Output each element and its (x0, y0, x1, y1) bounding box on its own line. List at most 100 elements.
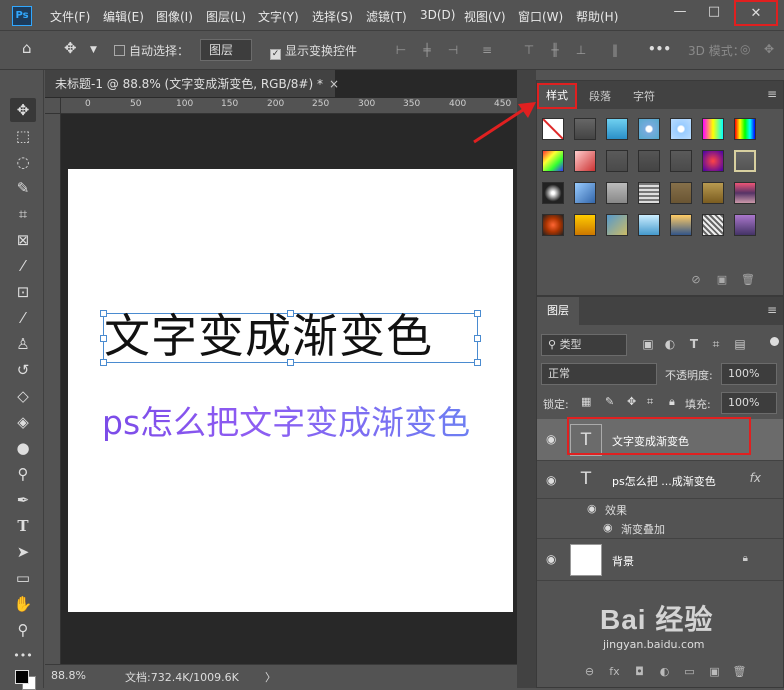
clear-style-icon[interactable]: ⊘ (683, 273, 709, 286)
style-swatch[interactable] (670, 150, 692, 172)
layer-name[interactable]: ps怎么把 ...成渐变色 (612, 473, 716, 489)
path-select-icon[interactable]: ➤ (10, 540, 36, 564)
adjustment-layer-icon[interactable]: ◐ (652, 665, 677, 678)
align-middle-icon[interactable]: ╫ (548, 43, 562, 57)
tab-paragraph[interactable]: 段落 (589, 88, 611, 104)
3d-pan-icon[interactable]: ✥ (764, 42, 774, 56)
delete-style-icon[interactable]: 🗑 (735, 273, 761, 286)
tab-character[interactable]: 字符 (633, 88, 655, 104)
crop-tool-icon[interactable]: ⌗ (10, 202, 36, 226)
menu-window[interactable]: 窗口(W) (518, 8, 563, 25)
distribute-vertical-icon[interactable]: ‖ (608, 43, 622, 57)
distribute-icon[interactable]: ≡ (480, 43, 494, 57)
style-swatch[interactable] (542, 150, 564, 172)
type-tool-icon[interactable]: T (10, 514, 36, 538)
menu-help[interactable]: 帮助(H) (576, 8, 618, 25)
style-swatch[interactable] (734, 150, 756, 172)
align-right-icon[interactable]: ⊣ (446, 43, 460, 57)
tab-styles[interactable]: 样式 (537, 83, 577, 109)
eye-icon[interactable]: ◉ (546, 473, 556, 487)
shape-filter-icon[interactable]: ⌗ (709, 337, 723, 351)
lock-image-icon[interactable]: ✎ (605, 395, 614, 408)
style-swatch[interactable] (574, 182, 596, 204)
align-center-icon[interactable]: ╪ (420, 43, 434, 57)
menu-file[interactable]: 文件(F) (50, 8, 90, 25)
zoom-level[interactable]: 88.8% (51, 669, 86, 682)
status-menu-arrow[interactable]: 〉 (265, 669, 276, 685)
fx-icon[interactable]: fx (750, 471, 761, 485)
transform-handle[interactable] (474, 359, 481, 366)
delete-layer-icon[interactable]: 🗑 (727, 665, 752, 678)
menu-3d[interactable]: 3D(D) (420, 8, 455, 22)
brush-tool-icon[interactable]: ⁄ (10, 306, 36, 330)
style-swatch[interactable] (734, 182, 756, 204)
dodge-tool-icon[interactable]: ⚲ (10, 462, 36, 486)
style-swatch[interactable] (638, 214, 660, 236)
style-swatch[interactable] (606, 182, 628, 204)
paint-bucket-icon[interactable]: ◈ (10, 410, 36, 434)
filter-toggle-icon[interactable] (770, 337, 779, 346)
show-transform-checkbox[interactable]: ✓ 显示变换控件 (270, 42, 357, 60)
menu-filter[interactable]: 滤镜(T) (366, 8, 407, 25)
layer-filter-dropdown[interactable]: ⚲ 类型 (541, 334, 627, 356)
zoom-tool-icon[interactable]: ⚲ (10, 618, 36, 642)
healing-tool-icon[interactable]: ⊡ (10, 280, 36, 304)
style-swatch[interactable] (702, 118, 724, 140)
style-swatch[interactable] (702, 182, 724, 204)
history-brush-icon[interactable]: ↺ (10, 358, 36, 382)
layer-row[interactable]: ◉ T ps怎么把 ...成渐变色 fx (537, 461, 783, 499)
layer-row[interactable]: ◉ 背景 🔒︎ (537, 539, 783, 581)
eye-icon[interactable]: ◉ (546, 552, 556, 566)
eyedropper-tool-icon[interactable]: ⁄ (10, 254, 36, 278)
link-layers-icon[interactable]: ⊖ (577, 665, 602, 678)
adjustment-filter-icon[interactable]: ◐ (663, 337, 677, 351)
canvas-text-layer-1[interactable]: 文字变成渐变色 (104, 311, 433, 361)
frame-tool-icon[interactable]: ⊠ (10, 228, 36, 252)
style-swatch[interactable] (606, 214, 628, 236)
menu-edit[interactable]: 编辑(E) (103, 8, 144, 25)
style-swatch[interactable] (638, 150, 660, 172)
style-swatch[interactable] (702, 214, 724, 236)
lasso-tool-icon[interactable]: ◌ (10, 150, 36, 174)
align-left-icon[interactable]: ⊢ (394, 43, 408, 57)
style-swatch[interactable] (702, 150, 724, 172)
style-swatch[interactable] (638, 118, 660, 140)
layer-name[interactable]: 背景 (612, 553, 634, 569)
style-swatch[interactable] (670, 118, 692, 140)
menu-image[interactable]: 图像(I) (156, 8, 193, 25)
add-mask-icon[interactable]: ◘ (627, 665, 652, 678)
foreground-color-swatch[interactable] (15, 670, 29, 684)
add-style-icon[interactable]: fx (602, 665, 627, 678)
image-filter-icon[interactable]: ▣ (641, 337, 655, 351)
maximize-button[interactable]: □ (698, 0, 730, 26)
transform-handle[interactable] (474, 310, 481, 317)
marquee-tool-icon[interactable]: ⬚ (10, 124, 36, 148)
move-tool-icon[interactable]: ✥ (10, 98, 36, 122)
new-style-icon[interactable]: ▣ (709, 273, 735, 286)
gradient-overlay-eye-icon[interactable]: ◉ (603, 521, 613, 534)
eraser-tool-icon[interactable]: ◇ (10, 384, 36, 408)
lock-all-icon[interactable]: 🔒︎ (669, 395, 675, 409)
style-swatch[interactable] (606, 150, 628, 172)
chevron-down-icon[interactable]: ▼ (90, 45, 97, 55)
new-group-icon[interactable]: ▭ (677, 665, 702, 678)
style-swatch[interactable] (542, 118, 564, 140)
lock-artboard-icon[interactable]: ⌗ (647, 395, 653, 409)
rectangle-tool-icon[interactable]: ▭ (10, 566, 36, 590)
eye-icon[interactable]: ◉ (546, 432, 556, 446)
type-filter-icon[interactable]: T (687, 337, 701, 351)
menu-type[interactable]: 文字(Y) (258, 8, 299, 25)
panel-menu-icon[interactable]: ≡ (767, 303, 777, 317)
transform-handle[interactable] (474, 335, 481, 342)
3d-orbit-icon[interactable]: ◎ (740, 42, 750, 56)
close-button[interactable]: ✕ (734, 0, 778, 26)
style-swatch[interactable] (638, 182, 660, 204)
align-bottom-icon[interactable]: ⊥ (574, 43, 588, 57)
stamp-tool-icon[interactable]: ♙ (10, 332, 36, 356)
effects-eye-icon[interactable]: ◉ (587, 502, 597, 515)
new-layer-icon[interactable]: ▣ (702, 665, 727, 678)
more-options-icon[interactable]: ••• (648, 42, 671, 56)
menu-select[interactable]: 选择(S) (312, 8, 353, 25)
style-swatch[interactable] (606, 118, 628, 140)
style-swatch[interactable] (670, 214, 692, 236)
